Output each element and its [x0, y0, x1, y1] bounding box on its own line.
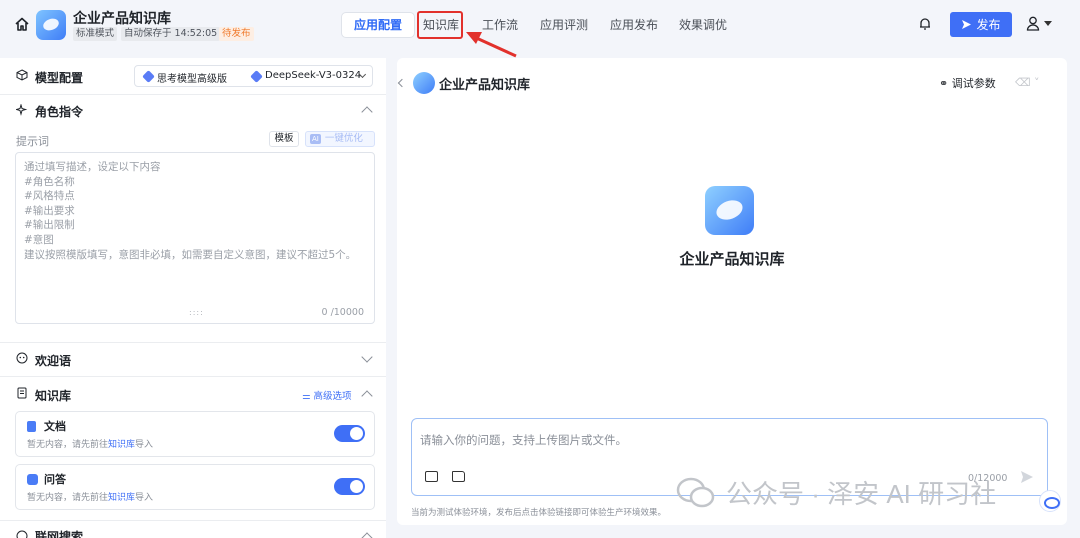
template-button[interactable]: 模板	[269, 131, 299, 147]
tab-app-publish[interactable]: 应用发布	[610, 12, 658, 38]
chevron-up-icon[interactable]	[361, 390, 373, 402]
prompt-placeholder-line: #角色名称	[24, 175, 75, 188]
welcome-icon	[16, 352, 28, 364]
model-config-title: 模型配置	[35, 71, 84, 85]
collapse-chevron-icon[interactable]	[397, 78, 407, 88]
assistant-avatar	[413, 72, 435, 94]
app-title: 企业产品知识库	[73, 11, 171, 27]
chevron-up-icon[interactable]	[361, 106, 373, 118]
tab-app-evaluation[interactable]: 应用评测	[540, 12, 588, 38]
qa-toggle[interactable]	[334, 478, 365, 495]
top-header: 企业产品知识库 标准模式 自动保存于 14:52:05 待发布 应用配置 知识库…	[0, 0, 1080, 58]
prompt-label: 提示词	[16, 135, 49, 148]
advanced-options-label: 高级选项	[313, 391, 352, 402]
model-config-row: 模型配置 思考模型高级版 DeepSeek-V3-0324	[0, 58, 386, 94]
app-logo-large	[705, 186, 754, 235]
wechat-watermark: 公众号 · 泽安 AI 研习社	[726, 479, 997, 509]
chevron-up-icon[interactable]	[361, 532, 373, 538]
publish-button[interactable]: 发布	[950, 12, 1012, 37]
prompt-placeholder-line: #输出限制	[24, 219, 75, 232]
config-panel: 模型配置 思考模型高级版 DeepSeek-V3-0324 角色指令 提示词 模…	[0, 58, 386, 538]
divider	[0, 342, 386, 343]
prompt-placeholder-line: #输出要求	[24, 204, 75, 217]
chat-placeholder: 请输入你的问题，支持上传图片或文件。	[420, 433, 627, 447]
kb-card-name: 文档	[44, 420, 66, 433]
sliders-icon: ⚌	[302, 391, 314, 402]
kb-card-desc: 暂无内容，请先前往知识库导入	[27, 490, 153, 503]
center-title: 企业产品知识库	[679, 250, 785, 268]
kb-card-document: 文档 暂无内容，请先前往知识库导入	[15, 411, 375, 457]
kb-desc-prefix: 暂无内容，请先前往	[27, 440, 109, 450]
autosave-status: 自动保存于 14:52:05	[121, 27, 221, 41]
publish-label: 发布	[976, 18, 1001, 32]
annotation-arrow-icon	[466, 32, 517, 58]
cube-icon	[16, 69, 28, 81]
preview-title: 企业产品知识库	[439, 78, 531, 93]
preview-panel: 企业产品知识库 ⚭ 调试参数 ⌫ ˅ 企业产品知识库 请输入你的问题，支持上传图…	[397, 58, 1067, 525]
kb-card-desc: 暂无内容，请先前往知识库导入	[27, 437, 153, 450]
qa-icon	[27, 474, 38, 485]
prompt-placeholder: 通过填写描述，设定以下内容 #角色名称 #风格特点 #输出要求 #输出限制 #意…	[24, 160, 356, 262]
role-instruction-title: 角色指令	[35, 105, 84, 119]
home-icon[interactable]	[14, 16, 30, 32]
document-icon	[27, 421, 36, 432]
wechat-icon	[676, 477, 715, 508]
resize-handle[interactable]: ::::	[189, 308, 204, 317]
footer-note: 当前为测试体验环境，发布后点击体验链接即可体验生产环境效果。	[411, 508, 667, 518]
send-arrow-icon	[962, 20, 972, 29]
kb-card-qa: 问答 暂无内容，请先前往知识库导入	[15, 464, 375, 510]
advanced-options-link[interactable]: ⚌ 高级选项	[302, 388, 352, 402]
document-toggle[interactable]	[334, 425, 365, 442]
prompt-char-counter: 0 /10000	[321, 307, 365, 318]
welcome-title: 欢迎语	[35, 354, 72, 368]
link-icon: ⚭	[939, 77, 952, 90]
image-upload-icon[interactable]	[425, 471, 438, 482]
floating-assistant-button[interactable]	[1039, 490, 1061, 512]
send-icon[interactable]	[1020, 470, 1034, 484]
divider	[0, 376, 386, 377]
debug-params-button[interactable]: ⚭ 调试参数	[939, 75, 996, 91]
status-badge: 待发布	[219, 27, 254, 41]
model-cube-icon	[250, 70, 263, 83]
bell-icon[interactable]	[918, 17, 932, 31]
globe-icon	[16, 530, 28, 538]
ai-optimize-button[interactable]: AI 一键优化	[305, 131, 375, 147]
clear-icon[interactable]: ⌫ ˅	[1015, 76, 1040, 89]
prompt-placeholder-line: 通过填写描述，设定以下内容	[24, 161, 161, 173]
tab-app-config[interactable]: 应用配置	[341, 12, 416, 38]
book-icon	[17, 387, 27, 399]
folder-upload-icon[interactable]	[452, 471, 465, 482]
tab-effect-tuning[interactable]: 效果调优	[679, 12, 727, 38]
kb-desc-suffix: 导入	[135, 440, 154, 450]
kb-desc-link[interactable]: 知识库	[108, 440, 135, 450]
ai-badge: AI	[310, 134, 321, 144]
model-select[interactable]: 思考模型高级版 DeepSeek-V3-0324	[134, 65, 373, 87]
kb-desc-prefix: 暂无内容，请先前往	[27, 493, 109, 503]
kb-desc-suffix: 导入	[135, 493, 154, 503]
kb-card-name: 问答	[44, 473, 66, 486]
sparkle-icon	[16, 104, 28, 116]
prompt-placeholder-line: 建议按照模版填写，意图非必填，如需要自定义意图，建议不超过5个。	[24, 248, 357, 261]
divider	[0, 520, 386, 521]
model-cube-icon	[142, 70, 155, 83]
knowledge-title: 知识库	[35, 389, 72, 403]
chevron-down-icon[interactable]	[361, 351, 373, 363]
ai-optimize-label: 一键优化	[324, 133, 363, 144]
divider	[0, 94, 386, 95]
user-icon[interactable]	[1026, 16, 1040, 31]
app-logo	[36, 10, 66, 40]
model-a-label: 思考模型高级版	[157, 74, 227, 85]
prompt-placeholder-line: #风格特点	[24, 190, 75, 203]
prompt-textarea[interactable]: 通过填写描述，设定以下内容 #角色名称 #风格特点 #输出要求 #输出限制 #意…	[15, 152, 375, 324]
web-search-title: 联网搜索	[35, 530, 84, 538]
kb-desc-link[interactable]: 知识库	[108, 493, 135, 503]
mode-tag: 标准模式	[73, 27, 118, 41]
model-b-label: DeepSeek-V3-0324	[265, 70, 362, 81]
prompt-placeholder-line: #意图	[24, 233, 54, 246]
user-menu-caret-icon[interactable]	[1044, 21, 1052, 26]
debug-params-label: 调试参数	[951, 77, 996, 90]
annotation-highlight-box	[417, 11, 463, 39]
